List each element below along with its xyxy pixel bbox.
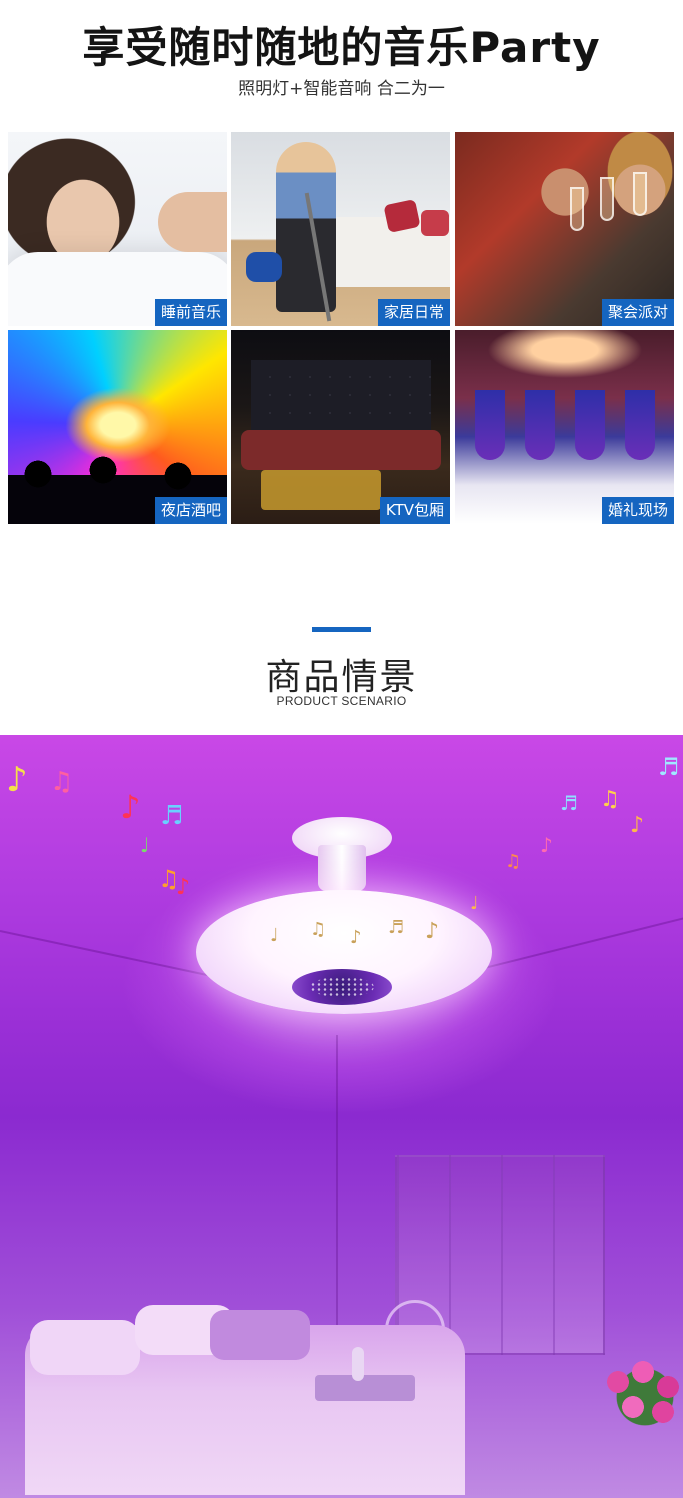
music-note-icon: ♪: [540, 833, 553, 857]
music-note-icon: ♪: [120, 788, 141, 826]
scene-label: 聚会派对: [601, 299, 674, 326]
scene-tile-party: 聚会派对: [455, 132, 674, 326]
page-subtitle: 照明灯+智能音响 合二为一: [238, 79, 445, 99]
bluetooth-speaker-ceiling-light-photo: ♪ ♫ ♪ ♬ ♩ ♫ ♪ ♩ ♫ ♪ ♬ ♪ ♩ ♫ ♪ ♬ ♫ ♪ ♬: [0, 735, 683, 1498]
music-note-icon: ♫: [50, 767, 74, 797]
scene-tile-home: 家居日常: [231, 132, 450, 326]
speaker-grille: [292, 969, 392, 1005]
music-note-icon: ♪: [6, 760, 28, 800]
scene-tile-wedding: 婚礼现场: [455, 330, 674, 524]
music-note-icon: ♪: [630, 813, 645, 838]
music-note-icon: ♩: [270, 925, 279, 946]
music-note-icon: ♬: [560, 791, 578, 815]
scene-tile-nightclub: 夜店酒吧: [8, 330, 227, 524]
scene-label: 婚礼现场: [601, 497, 674, 524]
scene-label: 睡前音乐: [154, 299, 227, 326]
music-note-icon: ♪: [176, 875, 191, 900]
ktv-room-photo: [251, 360, 431, 430]
music-note-icon: ♬: [658, 753, 680, 781]
music-note-icon: ♪: [425, 919, 440, 944]
vase: [352, 1347, 364, 1381]
music-note-icon: ♫: [600, 787, 620, 812]
music-note-icon: ♫: [310, 919, 327, 940]
music-note-icon: ♩: [140, 833, 150, 857]
scene-label: 家居日常: [377, 299, 450, 326]
scene-label: KTV包厢: [379, 497, 450, 524]
music-note-icon: ♩: [470, 893, 479, 914]
section-divider: [312, 627, 371, 632]
scene-tile-ktv: KTV包厢: [231, 330, 450, 524]
section-title: 商品情景: [265, 657, 418, 698]
wedding-hall-photo: [475, 390, 505, 460]
flower-bouquet: [598, 1352, 683, 1442]
vacuum-cleaning-photo: [276, 142, 336, 312]
music-note-icon: ♬: [388, 917, 405, 938]
scene-label: 夜店酒吧: [154, 497, 227, 524]
party-toast-photo: [570, 187, 584, 231]
page-title: 享受随时随地的音乐Party: [82, 23, 601, 72]
music-note-icon: ♪: [350, 927, 362, 948]
music-note-icon: ♬: [160, 801, 184, 831]
music-note-icon: ♫: [505, 851, 522, 872]
lamp-socket: [318, 845, 366, 891]
scene-tile-sleep: 睡前音乐: [8, 132, 227, 326]
section-subtitle: PRODUCT SCENARIO: [276, 694, 407, 708]
